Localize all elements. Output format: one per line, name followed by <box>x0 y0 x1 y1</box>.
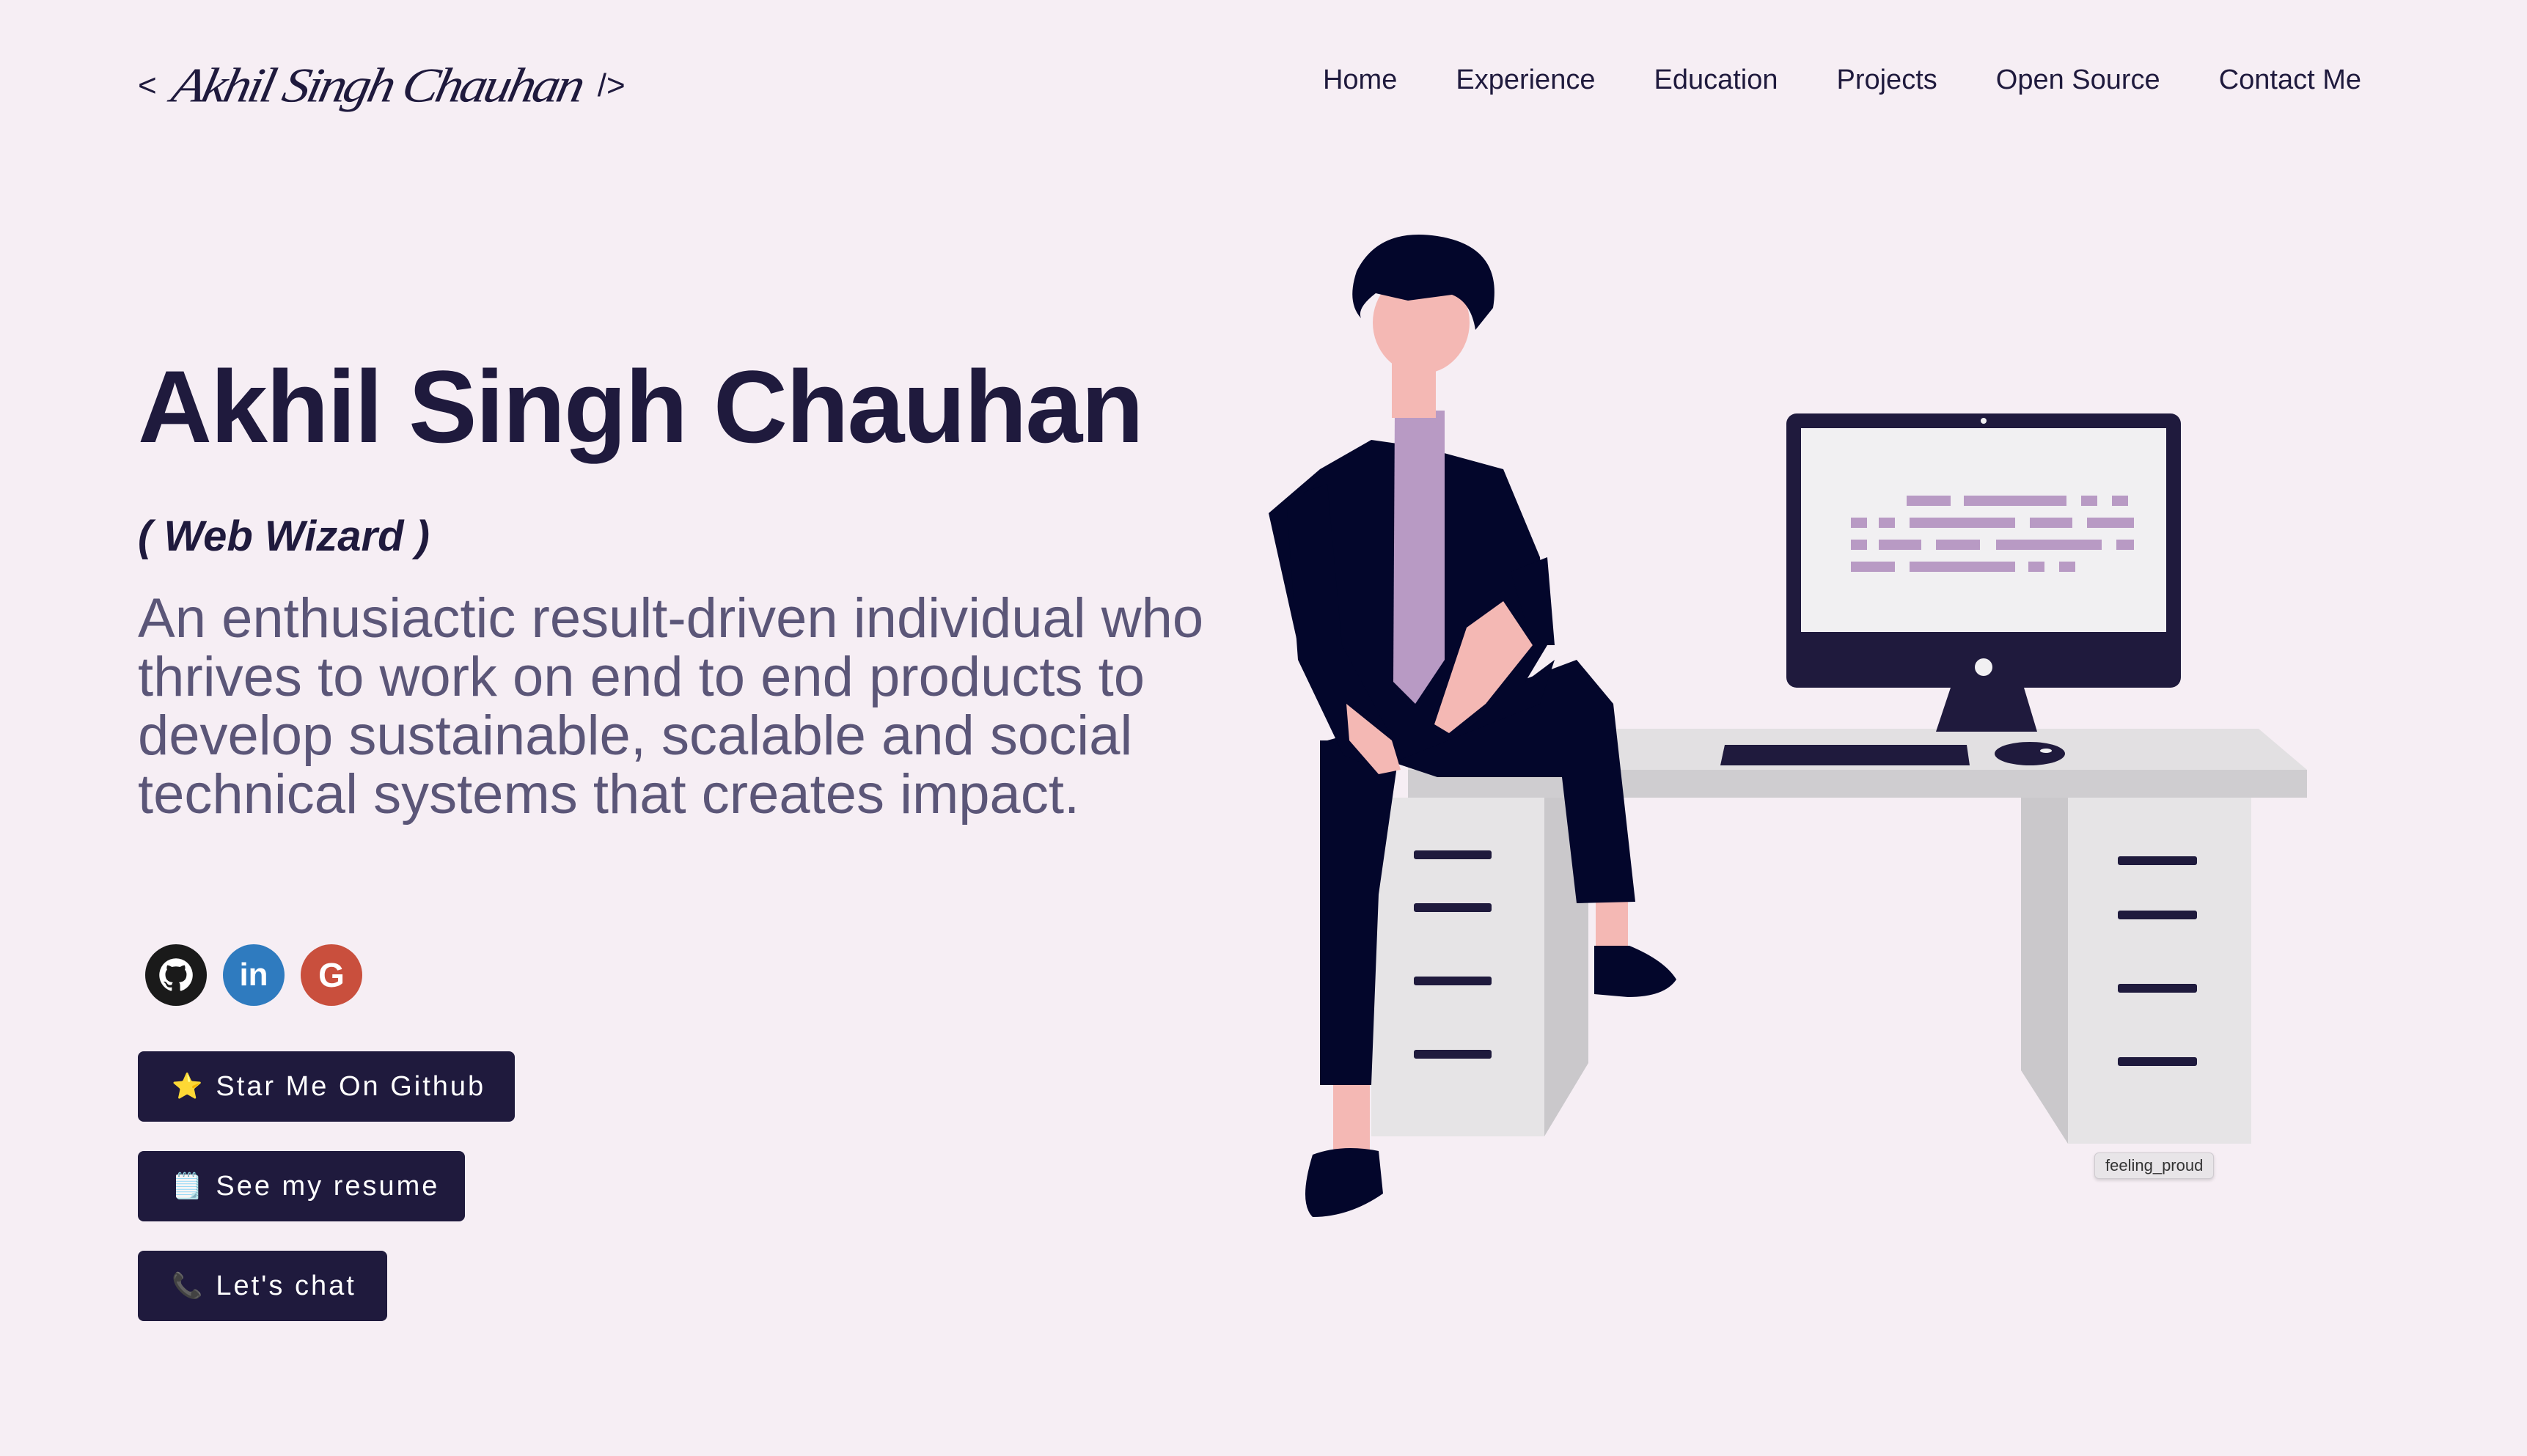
google-glyph: G <box>318 956 345 994</box>
logo[interactable]: < Akhil Singh Chauhan /> <box>138 45 626 126</box>
desk <box>1371 729 2307 1144</box>
logo-open-bracket: < <box>138 67 157 103</box>
linkedin-icon[interactable]: in <box>223 944 285 1006</box>
illustration-tooltip: feeling_proud <box>2094 1152 2215 1179</box>
see-resume-label: See my resume <box>216 1170 440 1202</box>
github-logo <box>159 958 193 991</box>
star-icon: ⭐ <box>172 1073 203 1100</box>
nav-open-source[interactable]: Open Source <box>1996 62 2160 98</box>
nav-experience[interactable]: Experience <box>1456 62 1595 98</box>
github-icon[interactable] <box>145 944 207 1006</box>
logo-close-bracket: /> <box>597 67 626 103</box>
see-resume-button[interactable]: 🗒️ See my resume <box>138 1151 465 1221</box>
lets-chat-label: Let's chat <box>216 1270 356 1301</box>
star-github-label: Star Me On Github <box>216 1070 486 1102</box>
hero-title: Akhil Singh Chauhan <box>138 349 1144 464</box>
nav-contact-me[interactable]: Contact Me <box>2219 62 2361 98</box>
nav-education[interactable]: Education <box>1654 62 1778 98</box>
notepad-icon: 🗒️ <box>172 1172 203 1200</box>
main-nav: Home Experience Education Projects Open … <box>1323 62 2361 98</box>
nav-projects[interactable]: Projects <box>1836 62 1937 98</box>
hero-illustration <box>1269 235 2307 1217</box>
monitor <box>1720 413 2181 765</box>
logo-signature: Akhil Singh Chauhan <box>166 59 587 113</box>
phone-icon: 📞 <box>172 1272 203 1300</box>
star-github-button[interactable]: ⭐ Star Me On Github <box>138 1051 515 1122</box>
lets-chat-button[interactable]: 📞 Let's chat <box>138 1251 387 1321</box>
linkedin-glyph: in <box>239 957 268 993</box>
social-links: in G <box>145 944 362 1006</box>
nav-home[interactable]: Home <box>1323 62 1397 98</box>
google-icon[interactable]: G <box>301 944 362 1006</box>
hero-description: An enthusiactic result-driven individual… <box>138 587 1204 826</box>
hero-subtitle: ( Web Wizard ) <box>138 512 430 560</box>
